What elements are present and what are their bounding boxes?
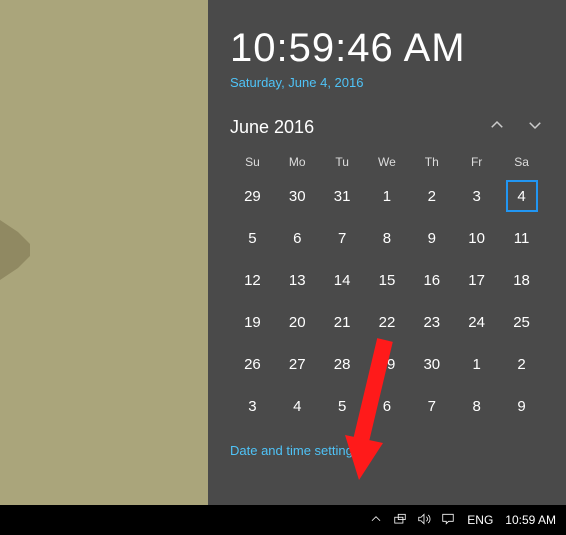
calendar-day[interactable]: 4 (499, 175, 544, 217)
calendar-day[interactable]: 28 (320, 343, 365, 385)
calendar-day[interactable]: 1 (365, 175, 410, 217)
weekday-header: Mo (275, 149, 320, 175)
calendar-day[interactable]: 29 (365, 343, 410, 385)
system-tray (369, 512, 455, 529)
calendar-day[interactable]: 9 (409, 217, 454, 259)
calendar-day[interactable]: 20 (275, 301, 320, 343)
calendar-day[interactable]: 31 (320, 175, 365, 217)
month-year-label[interactable]: June 2016 (230, 117, 314, 138)
calendar-day[interactable]: 29 (230, 175, 275, 217)
speaker-icon (417, 512, 431, 526)
calendar-day[interactable]: 3 (230, 385, 275, 427)
calendar-day[interactable]: 5 (320, 385, 365, 427)
calendar-day[interactable]: 6 (275, 217, 320, 259)
calendar-day[interactable]: 8 (454, 385, 499, 427)
calendar-day[interactable]: 12 (230, 259, 275, 301)
prev-month-button[interactable] (488, 116, 506, 139)
weekday-header: Sa (499, 149, 544, 175)
chevron-up-icon (488, 116, 506, 134)
weekday-header: Su (230, 149, 275, 175)
calendar-day[interactable]: 18 (499, 259, 544, 301)
notification-icon (441, 512, 455, 526)
calendar-day[interactable]: 17 (454, 259, 499, 301)
calendar-day[interactable]: 11 (499, 217, 544, 259)
calendar-day[interactable]: 10 (454, 217, 499, 259)
calendar-day[interactable]: 14 (320, 259, 365, 301)
calendar-day[interactable]: 26 (230, 343, 275, 385)
calendar-day[interactable]: 30 (409, 343, 454, 385)
calendar-day[interactable]: 9 (499, 385, 544, 427)
taskbar-clock[interactable]: 10:59 AM (505, 513, 556, 527)
calendar-day[interactable]: 25 (499, 301, 544, 343)
weekday-header: Tu (320, 149, 365, 175)
clock-calendar-flyout: 10:59:46 AM Saturday, June 4, 2016 June … (208, 0, 566, 505)
calendar-day[interactable]: 24 (454, 301, 499, 343)
calendar-grid: SuMoTuWeThFrSa 2930311234567891011121314… (230, 149, 544, 427)
current-time: 10:59:46 AM (230, 26, 544, 71)
calendar-day[interactable]: 4 (275, 385, 320, 427)
volume-icon[interactable] (417, 512, 431, 529)
weekday-header: Fr (454, 149, 499, 175)
calendar-day[interactable]: 8 (365, 217, 410, 259)
calendar-day[interactable]: 22 (365, 301, 410, 343)
tray-overflow-button[interactable] (369, 512, 383, 529)
current-date[interactable]: Saturday, June 4, 2016 (230, 75, 544, 90)
weekday-header: Th (409, 149, 454, 175)
calendar-day[interactable]: 16 (409, 259, 454, 301)
calendar-day[interactable]: 6 (365, 385, 410, 427)
calendar-day[interactable]: 5 (230, 217, 275, 259)
calendar-day[interactable]: 13 (275, 259, 320, 301)
chevron-down-icon (526, 116, 544, 134)
desktop-background-shape (0, 220, 30, 280)
calendar-day[interactable]: 19 (230, 301, 275, 343)
calendar-day[interactable]: 27 (275, 343, 320, 385)
calendar-day[interactable]: 3 (454, 175, 499, 217)
language-indicator[interactable]: ENG (467, 513, 493, 527)
calendar-day[interactable]: 2 (499, 343, 544, 385)
calendar-day[interactable]: 30 (275, 175, 320, 217)
network-icon[interactable] (393, 512, 407, 529)
calendar-day[interactable]: 15 (365, 259, 410, 301)
taskbar: ENG 10:59 AM (0, 505, 566, 535)
next-month-button[interactable] (526, 116, 544, 139)
action-center-icon[interactable] (441, 512, 455, 529)
date-time-settings-link[interactable]: Date and time settings (230, 443, 359, 458)
calendar-day[interactable]: 7 (409, 385, 454, 427)
calendar-day[interactable]: 2 (409, 175, 454, 217)
weekday-header: We (365, 149, 410, 175)
calendar-day[interactable]: 7 (320, 217, 365, 259)
chevron-up-icon (369, 512, 383, 526)
calendar-day[interactable]: 1 (454, 343, 499, 385)
network-icon (393, 512, 407, 526)
calendar-day[interactable]: 21 (320, 301, 365, 343)
calendar-day[interactable]: 23 (409, 301, 454, 343)
